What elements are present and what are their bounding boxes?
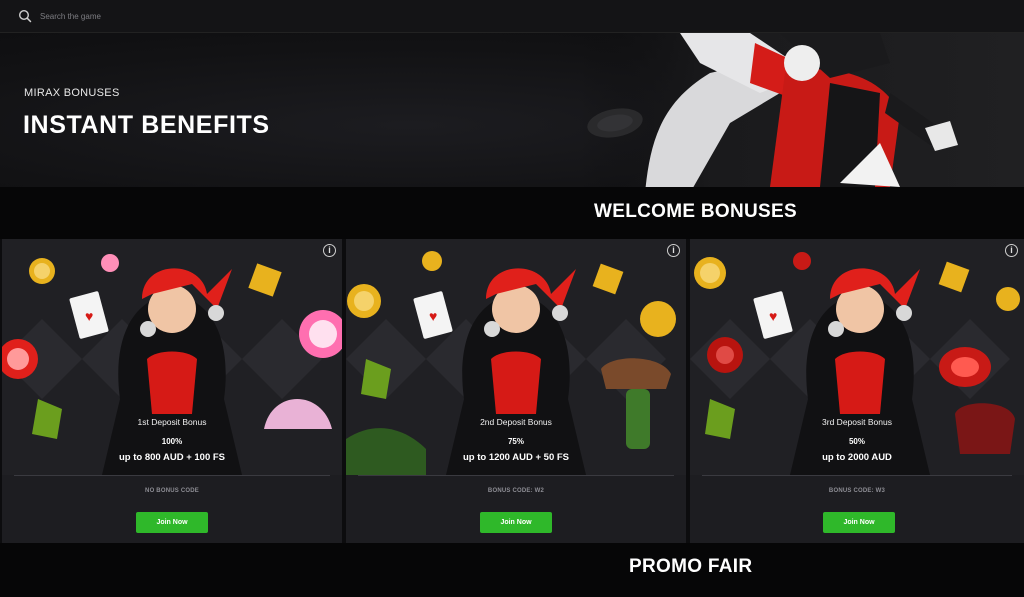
svg-text:♥: ♥ — [769, 308, 777, 324]
promo-title: PROMO FAIR — [629, 556, 753, 577]
bonus-percent: 100% — [161, 437, 183, 446]
bonus-name: 1st Deposit Bonus — [137, 417, 207, 427]
svg-text:♥: ♥ — [429, 308, 437, 324]
bonus-percent: 50% — [848, 437, 865, 446]
card-divider — [702, 475, 1012, 476]
bonus-offer: up to 2000 AUD — [822, 452, 892, 463]
join-now-button[interactable]: Join Now — [480, 512, 552, 533]
bonus-card-2: ♥ i 2nd Deposit Bonus 75% up to 1200 AUD… — [346, 239, 686, 543]
bonus-name: 3rd Deposit Bonus — [822, 417, 892, 427]
welcome-title: WELCOME BONUSES — [594, 201, 797, 222]
hero-kicker: MIRAX BONUSES — [24, 87, 120, 99]
top-search-bar — [0, 0, 1024, 33]
bonus-offer: up to 800 AUD + 100 FS — [118, 452, 226, 463]
hero-banner: MIRAX BONUSES INSTANT BENEFITS — [0, 33, 1024, 187]
card-divider — [358, 475, 674, 476]
bonus-card-1: ♥ i 1st Deposit Bonus 100% up to 800 AUD… — [2, 239, 342, 543]
svg-text:♥: ♥ — [85, 308, 93, 324]
join-now-button[interactable]: Join Now — [136, 512, 208, 533]
hero-title: INSTANT BENEFITS — [23, 111, 270, 139]
promo-section-header: PROMO FAIR — [0, 543, 1024, 597]
hero-jester-illustration — [580, 33, 1024, 187]
join-now-button[interactable]: Join Now — [823, 512, 895, 533]
bonus-percent: 75% — [507, 437, 524, 446]
bonus-name: 2nd Deposit Bonus — [480, 417, 552, 427]
bonus-card-3: ♥ i 3rd Deposit Bonus 50% up to 2000 AUD… — [690, 239, 1024, 543]
bonus-offer: up to 1200 AUD + 50 FS — [462, 452, 570, 463]
card-divider — [14, 475, 330, 476]
bonus-code: BONUS CODE: W2 — [487, 488, 545, 494]
welcome-section-header: WELCOME BONUSES — [0, 187, 1024, 239]
info-icon[interactable]: i — [667, 244, 680, 257]
search-input[interactable] — [40, 8, 360, 24]
info-icon[interactable]: i — [323, 244, 336, 257]
bonus-code: BONUS CODE: W3 — [828, 488, 886, 494]
bonus-code: NO BONUS CODE — [145, 488, 199, 494]
info-icon[interactable]: i — [1005, 244, 1018, 257]
search-icon[interactable] — [18, 9, 32, 23]
